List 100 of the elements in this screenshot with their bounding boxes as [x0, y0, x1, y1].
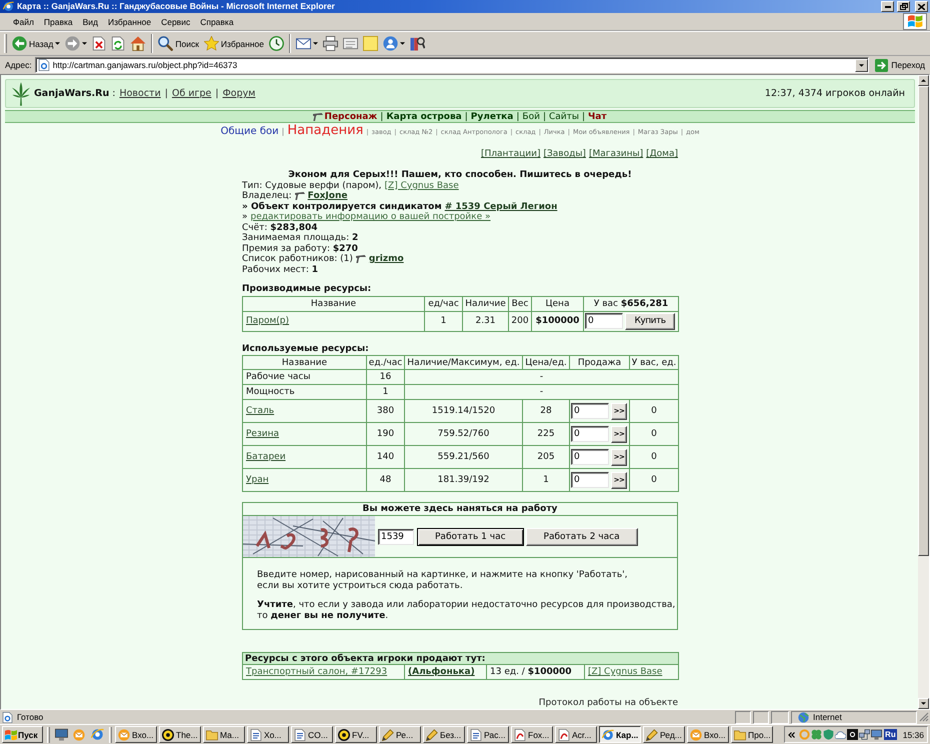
buy-button[interactable]: Купить — [625, 312, 675, 330]
page-icon — [38, 59, 50, 71]
url-input[interactable]: http://cartman.ganjawars.ru/object.php?id=46373 — [52, 59, 852, 71]
resource-link[interactable]: Резина — [246, 429, 279, 439]
start-button[interactable]: Пуск — [2, 726, 43, 743]
table-cell: 380 — [366, 400, 404, 422]
quick-launch-button[interactable] — [53, 726, 69, 743]
language-indicator[interactable]: Ru — [884, 729, 897, 740]
folder-icon — [206, 728, 218, 740]
object-link[interactable]: [Плантации] — [480, 149, 540, 160]
object-link[interactable]: [Магазины] — [588, 149, 644, 160]
work-log-link[interactable]: Протокол работы на объекте — [538, 698, 678, 708]
taskbar-button[interactable]: The... — [159, 726, 201, 743]
scrollbar-thumb[interactable] — [918, 86, 929, 556]
menu-item[interactable]: Правка — [38, 16, 78, 28]
work-button[interactable]: Работать 2 часа — [526, 528, 638, 546]
maximize-icon — [900, 3, 908, 10]
nav-link[interactable]: Персонаж — [324, 112, 378, 122]
header-link[interactable]: Об игре — [172, 88, 212, 99]
object-link[interactable]: [Дома] — [646, 149, 678, 160]
header-link[interactable]: Форум — [222, 88, 256, 99]
table-cell: 759.52/760 — [404, 422, 522, 446]
scroll-down-button[interactable] — [918, 698, 929, 709]
menu-item[interactable]: Справка — [195, 16, 239, 28]
taskbar-button[interactable]: Без... — [423, 726, 465, 743]
object-link[interactable]: [Заводы] — [544, 149, 586, 160]
dropdown-button[interactable] — [855, 58, 868, 72]
separator: | — [464, 112, 468, 122]
menu-item[interactable]: Сервис — [156, 16, 196, 28]
header-link[interactable]: Новости — [119, 88, 161, 99]
taskbar-button[interactable]: Кар... — [599, 726, 641, 743]
sell-input[interactable]: 0 — [571, 449, 609, 465]
taskbar-button[interactable]: Ред... — [643, 726, 685, 743]
work-button[interactable]: Работать 1 час — [417, 528, 524, 546]
info-link[interactable]: редактировать информацию о вашей постройке » — [250, 212, 491, 222]
pencil-icon — [646, 728, 658, 740]
sell-input[interactable]: 0 — [571, 403, 609, 419]
resource-link[interactable]: Уран — [246, 475, 269, 485]
pdf-icon — [558, 728, 570, 740]
code-input[interactable]: 1539 — [378, 528, 414, 544]
nav-link[interactable]: Карта острова — [386, 112, 462, 122]
close-button[interactable] — [915, 1, 928, 12]
address-field[interactable]: http://cartman.ganjawars.ru/object.php?id=46373 — [34, 57, 870, 73]
user-link[interactable]: FoxJone — [308, 191, 348, 202]
table-cell: Мощность — [242, 384, 366, 400]
column-header: У вас, ед. — [630, 356, 678, 370]
taskbar-button[interactable]: Fox... — [511, 726, 553, 743]
location-link[interactable]: [Z] Cygnus Base — [588, 667, 662, 677]
column-header: Название — [242, 356, 366, 370]
quantity-input[interactable]: 0 — [585, 313, 623, 329]
taskbar-button[interactable]: Про... — [731, 726, 773, 743]
separator: | — [215, 88, 219, 99]
minimize-button[interactable] — [881, 1, 894, 12]
taskbar-button[interactable]: Вхо... — [115, 726, 157, 743]
sell-input[interactable]: 0 — [571, 472, 609, 488]
menu-item[interactable]: Файл — [8, 16, 39, 28]
maximize-button[interactable] — [897, 1, 910, 12]
taskbar-button[interactable]: Хо... — [247, 726, 289, 743]
attacks-link[interactable]: Нападения — [287, 124, 364, 137]
back-button[interactable]: Назад — [10, 32, 62, 54]
nav-link[interactable]: Бой — [522, 112, 540, 122]
mail-icon — [118, 728, 130, 740]
favorites-button[interactable]: Избранное — [202, 32, 266, 54]
user-link[interactable]: (Альфонька) — [408, 667, 475, 677]
instructions-text: Введите номер, нарисованный на картинке, и нажмите на кнопку 'Работать', если вы хотите устроиться сюда работать. — [257, 570, 628, 592]
menu-item[interactable]: Избранное — [103, 16, 156, 28]
syndicate-link[interactable]: # 1539 Серый Легион — [444, 202, 558, 212]
scrollbar[interactable] — [918, 75, 929, 709]
taskbar-button[interactable]: Acr... — [555, 726, 597, 743]
scroll-up-button[interactable] — [918, 75, 929, 86]
nav-link[interactable]: Чат — [588, 112, 607, 122]
info-text: Владелец: — [242, 191, 292, 202]
taskbar-button[interactable]: Ре... — [379, 726, 421, 743]
separator: | — [542, 112, 546, 122]
taskbar-button[interactable]: FV... — [335, 726, 377, 743]
table-cell: 2.31 — [462, 311, 508, 331]
menu-item[interactable]: Вид — [78, 16, 104, 28]
resource-link[interactable]: Паром(р) — [246, 316, 290, 326]
mail-icon — [690, 728, 702, 740]
taskbar-button[interactable]: CO... — [291, 726, 333, 743]
search-icon — [158, 36, 174, 51]
table-cell: 0 — [630, 422, 678, 446]
nav-link[interactable]: Сайты — [548, 112, 579, 122]
taskbar-button[interactable]: Ма... — [203, 726, 245, 743]
info-link[interactable]: [Z] Cygnus Base — [384, 180, 459, 191]
search-button[interactable]: Поиск — [156, 32, 201, 54]
pencil-icon — [382, 728, 394, 740]
battles-link[interactable]: Общие бои — [220, 125, 279, 138]
nav-link[interactable]: Рулетка — [470, 112, 514, 122]
taskbar-button[interactable]: Рас... — [467, 726, 509, 743]
go-button[interactable]: Переход — [872, 57, 928, 73]
user-link[interactable]: grizmo — [368, 254, 404, 264]
table-cell: 1519.14/1520 — [404, 400, 522, 422]
shop-link[interactable]: Транспортный салон, #17293 — [246, 667, 388, 677]
browser-icon — [602, 728, 614, 740]
sell-input[interactable]: 0 — [571, 426, 609, 442]
resource-link[interactable]: Сталь — [246, 406, 274, 416]
taskbar-button[interactable]: Вхо... — [687, 726, 729, 743]
table-cell: 225 — [522, 422, 570, 446]
resource-link[interactable]: Батареи — [246, 452, 286, 462]
